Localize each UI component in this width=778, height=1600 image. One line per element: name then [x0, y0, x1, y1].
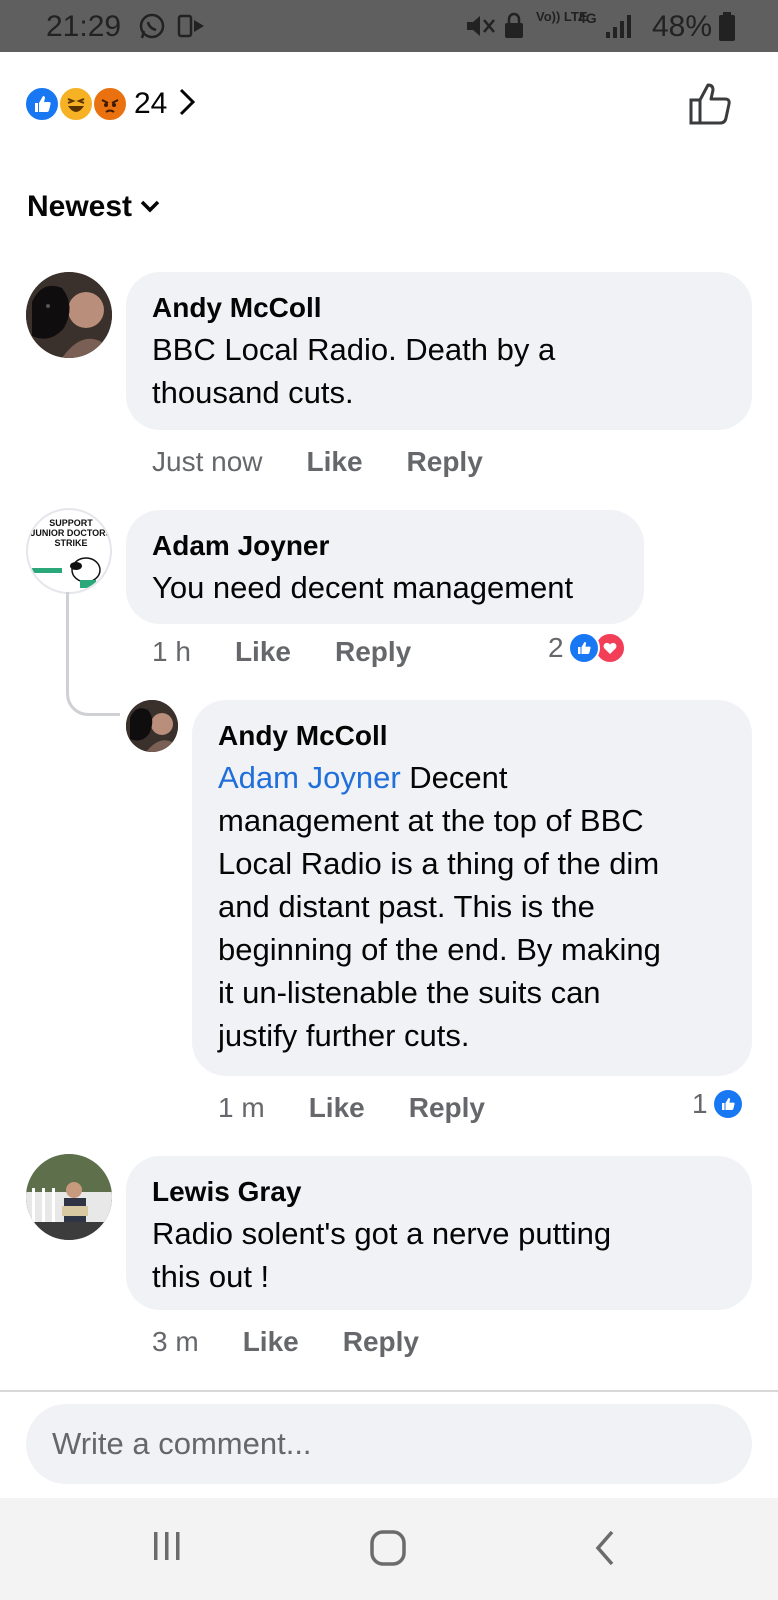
comment-timestamp[interactable]: 1 h — [152, 636, 191, 668]
status-bar: 21:29 Vo)) LTE 4G 48% — [0, 0, 778, 52]
angry-reaction-icon — [92, 86, 128, 122]
comment-reaction-count: 2 — [548, 632, 564, 663]
comment-reaction-count: 1 — [692, 1088, 708, 1119]
comment-author[interactable]: Adam Joyner — [152, 526, 618, 566]
reply-link[interactable]: Reply — [335, 636, 411, 668]
comment-composer[interactable] — [26, 1404, 752, 1484]
network-indicator: 4G — [578, 10, 597, 26]
mute-icon — [464, 12, 496, 45]
comment-actions: 1 h Like Reply — [152, 636, 455, 668]
system-nav-bar — [0, 1498, 778, 1600]
recent-apps-icon[interactable] — [150, 1528, 184, 1569]
battery-icon — [718, 12, 736, 47]
mention-link[interactable]: Adam Joyner — [218, 760, 401, 795]
chevron-right-icon — [177, 86, 197, 123]
lock-icon — [502, 12, 526, 45]
comment-bubble[interactable]: Andy McColl BBC Local Radio. Death by a … — [126, 272, 752, 430]
comment-timestamp[interactable]: 3 m — [152, 1326, 199, 1358]
like-reaction-icon — [567, 632, 600, 664]
avatar[interactable] — [26, 272, 112, 358]
comment-text-line: thousand cuts. — [152, 375, 354, 410]
composer-divider — [0, 1390, 778, 1392]
reply-link[interactable]: Reply — [409, 1092, 485, 1124]
like-reaction-icon — [711, 1088, 744, 1120]
comment-bubble[interactable]: Lewis Gray Radio solent's got a nerve pu… — [126, 1156, 752, 1310]
comment-text-line: it un-listenable the suits can — [218, 975, 601, 1010]
chevron-down-icon — [140, 200, 160, 213]
reaction-summary[interactable]: 24 — [24, 84, 197, 124]
comment-text-line: this out ! — [152, 1259, 270, 1294]
comment-text-line: Adam Joyner Decent — [218, 756, 726, 799]
comment-text-line: and distant past. This is the — [218, 889, 595, 924]
comment-author[interactable]: Andy McColl — [218, 716, 726, 756]
comment-input[interactable] — [26, 1404, 752, 1484]
back-icon[interactable] — [592, 1528, 618, 1573]
comment-bubble[interactable]: Adam Joyner You need decent management — [126, 510, 644, 624]
signal-icon — [604, 12, 634, 45]
whatsapp-icon — [138, 12, 166, 45]
thread-connector — [66, 592, 120, 716]
comment-text-segment: Decent — [400, 760, 508, 795]
comment-text-line: Local Radio is a thing of the dim — [218, 846, 660, 881]
comment-actions: 1 m Like Reply — [218, 1092, 529, 1124]
comment-reactions[interactable]: 1 — [692, 1088, 744, 1120]
comment-text-line: You need decent management — [152, 570, 574, 605]
comment-timestamp[interactable]: Just now — [152, 446, 263, 478]
sort-dropdown[interactable]: Newest — [27, 190, 160, 224]
battery-percent: 48% — [652, 10, 713, 43]
like-link[interactable]: Like — [309, 1092, 365, 1124]
reply-link[interactable]: Reply — [343, 1326, 419, 1358]
like-link[interactable]: Like — [307, 446, 363, 478]
avatar[interactable] — [126, 700, 178, 752]
haha-reaction-icon — [58, 86, 94, 122]
reply-bubble[interactable]: Andy McColl Adam Joyner Decent managemen… — [192, 700, 752, 1076]
like-link[interactable]: Like — [235, 636, 291, 668]
reply-link[interactable]: Reply — [407, 446, 483, 478]
reaction-icons — [24, 86, 130, 122]
comment-author[interactable]: Lewis Gray — [152, 1172, 726, 1212]
like-link[interactable]: Like — [243, 1326, 299, 1358]
home-icon[interactable] — [368, 1528, 408, 1573]
reaction-count: 24 — [134, 87, 168, 120]
comment-actions: Just now Like Reply — [152, 446, 527, 478]
avatar[interactable]: SUPPORT JUNIOR DOCTORS STRIKE — [26, 508, 112, 594]
comment-text-line: Radio solent's got a nerve putting — [152, 1216, 612, 1251]
sort-label: Newest — [27, 190, 133, 223]
comment-text-line: management at the top of BBC — [218, 803, 644, 838]
avatar[interactable] — [26, 1154, 112, 1240]
cast-icon — [176, 12, 206, 45]
comment-timestamp[interactable]: 1 m — [218, 1092, 265, 1124]
comment-actions: 3 m Like Reply — [152, 1326, 463, 1358]
comment-text-line: beginning of the end. By making — [218, 932, 661, 967]
comment-text-line: BBC Local Radio. Death by a — [152, 332, 556, 367]
comment-text-line: justify further cuts. — [218, 1018, 470, 1053]
status-time: 21:29 — [46, 10, 122, 43]
like-button-icon[interactable] — [688, 82, 734, 131]
comment-author[interactable]: Andy McColl — [152, 288, 726, 328]
like-reaction-icon — [24, 86, 60, 122]
comment-reactions[interactable]: 2 — [548, 632, 626, 664]
